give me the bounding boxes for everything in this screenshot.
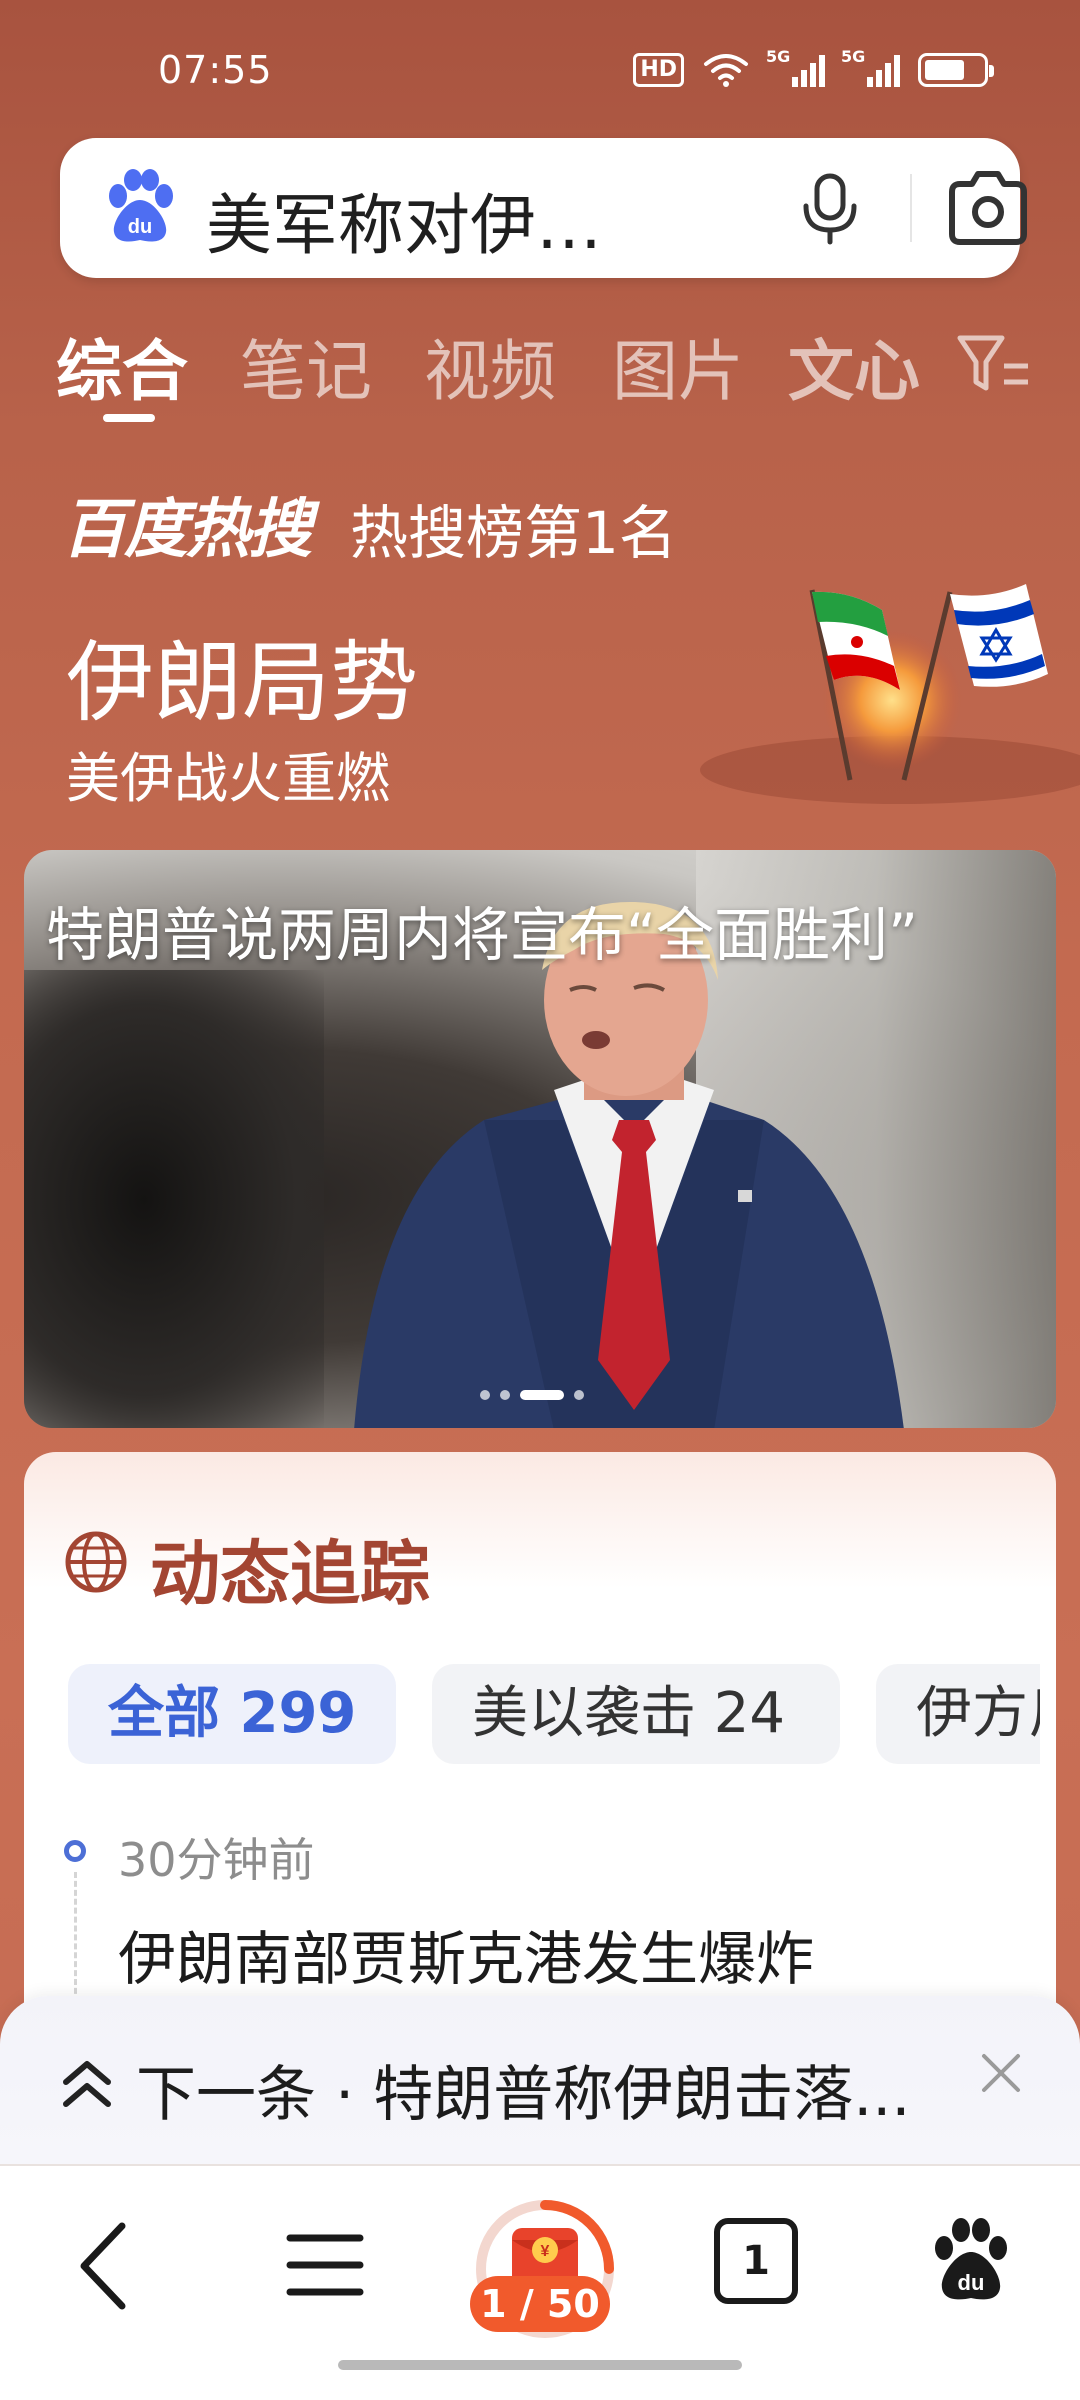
microphone-icon[interactable] [790, 168, 870, 248]
flags-illustration [700, 584, 1080, 804]
hd-icon: HD [633, 53, 684, 87]
svg-text:du: du [128, 216, 152, 238]
carousel-dot [480, 1390, 490, 1400]
svg-text:¥: ¥ [541, 2243, 550, 2260]
menu-icon[interactable] [284, 2222, 366, 2308]
carousel-dot [574, 1390, 584, 1400]
next-item-bar[interactable]: 下一条 · 特朗普称伊朗击落... [0, 1996, 1080, 2168]
status-icons: HD 5G 5G [633, 47, 994, 88]
chip-us-israel-strikes[interactable]: 美以袭击 24 [432, 1664, 840, 1764]
news-title[interactable]: 伊朗南部贾斯克港发生爆炸 [118, 1912, 814, 1996]
hero-image-card[interactable]: 特朗普说两周内将宣布“全面胜利” [24, 850, 1056, 1428]
topic-subtitle: 美伊战火重燃 [66, 747, 390, 810]
battery-icon [918, 53, 994, 87]
hero-shadow [24, 970, 324, 1428]
tracking-title: 动态追踪 [150, 1533, 430, 1615]
filter-icon[interactable] [956, 332, 1032, 396]
back-icon[interactable] [68, 2216, 138, 2316]
tab-notes[interactable]: 笔记 [240, 318, 372, 414]
tracking-filter-chips: 全部 299 美以袭击 24 伊方反 [68, 1664, 1040, 1768]
baidu-hot-search-logo: 百度热搜 [62, 493, 312, 567]
signal-icon-2: 5G [841, 47, 900, 87]
news-time: 30分钟前 [118, 1833, 315, 1887]
chip-all[interactable]: 全部 299 [68, 1664, 396, 1764]
carousel-dot-active [520, 1390, 564, 1400]
close-icon[interactable] [974, 2046, 1028, 2100]
search-box[interactable]: du 美军称对伊… [60, 138, 1027, 278]
status-bar: 07:55 HD 5G 5G [0, 0, 1080, 130]
baidu-paw-icon[interactable]: du [930, 2214, 1012, 2308]
tab-images[interactable]: 图片 [612, 318, 744, 414]
tab-all[interactable]: 综合 [56, 318, 188, 414]
next-item-text[interactable]: 下一条 · 特朗普称伊朗击落... [136, 2046, 910, 2133]
tab-active-indicator [103, 414, 155, 422]
hot-rank: 热搜榜第1名 [350, 499, 677, 567]
tab-wenxin[interactable]: 文心 [788, 318, 920, 414]
camera-icon[interactable] [944, 168, 1032, 248]
red-packet-count[interactable]: 1 / 50 [470, 2276, 610, 2332]
globe-icon [65, 1531, 127, 1593]
topic-title[interactable]: 伊朗局势 [66, 612, 418, 739]
home-indicator[interactable] [338, 2360, 742, 2370]
chevron-up-icon[interactable] [60, 2052, 114, 2116]
carousel-dot [500, 1390, 510, 1400]
search-tabs: 综合 笔记 视频 图片 文心 [56, 318, 1046, 428]
timeline-dot [64, 1840, 86, 1862]
carousel-dots [480, 1390, 584, 1400]
hero-headline[interactable]: 特朗普说两周内将宣布“全面胜利” [46, 888, 918, 972]
chip-iran-response[interactable]: 伊方反 [876, 1664, 1040, 1764]
tab-video[interactable]: 视频 [424, 318, 556, 414]
search-divider [910, 174, 912, 242]
tabs-count-button[interactable]: 1 [714, 2218, 798, 2304]
baidu-paw-icon[interactable]: du [98, 166, 182, 250]
status-time: 07:55 [158, 48, 273, 92]
search-query[interactable]: 美军称对伊… [206, 172, 602, 268]
wifi-icon [704, 54, 748, 87]
svg-text:du: du [958, 2270, 985, 2295]
signal-icon-1: 5G [766, 47, 825, 87]
dynamic-tracking-card: 动态追踪 全部 299 美以袭击 24 伊方反 30分钟前 伊朗南部贾斯克港发生… [24, 1452, 1056, 2072]
